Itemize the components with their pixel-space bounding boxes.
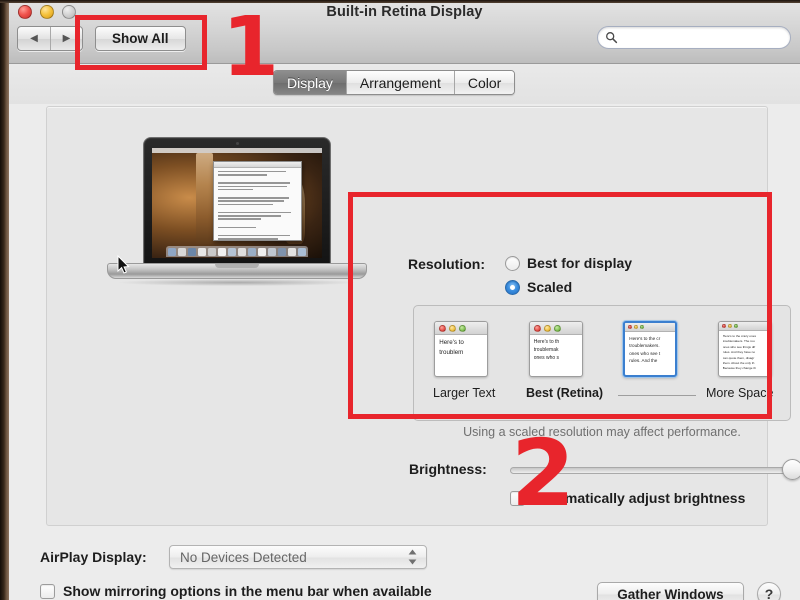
scaled-resolution-chooser: Here's to troublem Here's to th troublem…: [413, 305, 791, 421]
mini-document-body: [214, 168, 300, 240]
tab-arrangement[interactable]: Arrangement: [345, 71, 454, 94]
airplay-display-value: No Devices Detected: [180, 549, 307, 565]
thumbnail-window: Here's to th troublemak ones who s: [528, 321, 583, 377]
tab-display[interactable]: Display: [274, 71, 346, 94]
search-input[interactable]: [622, 30, 772, 45]
show-mirroring-checkbox[interactable]: [40, 583, 55, 599]
dot-zoom-icon: [733, 324, 738, 328]
tab-bar: Display Arrangement Color: [9, 64, 800, 104]
thumbnail-text: Here's to troublem: [435, 335, 487, 358]
dot-close-icon: [628, 325, 633, 329]
show-mirroring-label: Show mirroring options in the menu bar w…: [63, 583, 432, 599]
gather-windows-button[interactable]: Gather Windows: [597, 582, 744, 600]
macbook-base: [107, 263, 367, 279]
dot-close-icon: [721, 324, 726, 328]
thumbnail-titlebar: [625, 323, 676, 332]
wallpaper-bark: [196, 153, 214, 244]
resolution-option-more-space[interactable]: Here's to the crazy ones troublemakers. …: [714, 318, 776, 380]
display-settings-panel: Resolution: Best for display Scaled Here…: [46, 106, 800, 526]
thumbnail-line: troublem: [439, 349, 464, 357]
thumbnail-titlebar: [718, 322, 771, 331]
help-button[interactable]: ?: [757, 582, 781, 600]
annotation-number-1: 1: [222, 0, 280, 95]
show-all-button[interactable]: Show All: [95, 26, 186, 51]
thumbnail-titlebar: [435, 322, 488, 335]
window-title: Built-in Retina Display: [326, 4, 483, 20]
dot-minimize-icon: [634, 325, 639, 329]
label-best-retina: Best (Retina): [526, 386, 604, 400]
radio-best-for-display-label: Best for display: [527, 255, 633, 271]
navigation-segmented-control[interactable]: ◀ ▶: [17, 26, 83, 51]
thumbnail-text: Here's to the cr troublemakers. ones who…: [625, 332, 675, 365]
radio-scaled[interactable]: Scaled: [505, 279, 572, 295]
photo-edge-left: [0, 0, 9, 600]
thumbnail-line: rules. And the: [629, 358, 658, 364]
resolution-label: Resolution:: [408, 256, 485, 272]
tab-color[interactable]: Color: [453, 71, 515, 94]
thumbnail-line: ones who see t: [629, 350, 661, 356]
back-button[interactable]: ◀: [18, 27, 50, 50]
dot-minimize-icon: [727, 324, 732, 328]
scaled-performance-note: Using a scaled resolution may affect per…: [463, 425, 741, 439]
chevron-updown-icon: [408, 549, 417, 565]
thumbnail-line: Here's to the cr: [629, 336, 661, 341]
resolution-thumbnail-list: Here's to troublem Here's to th troublem…: [414, 318, 792, 384]
thumbnail-text: Here's to the crazy ones troublemakers. …: [719, 331, 771, 372]
resolution-labels-row: Larger Text Best (Retina) More Space: [414, 386, 792, 404]
thumbnail-line: ones who s: [533, 355, 560, 362]
thumbnail-window: Here's to troublem: [434, 321, 489, 377]
system-preferences-window: Built-in Retina Display ◀ ▶ Show All Dis…: [9, 0, 800, 600]
thumbnail-window: Here's to the cr troublemakers. ones who…: [623, 321, 678, 377]
mini-dock: [165, 246, 309, 257]
resolution-option-larger-text[interactable]: Here's to troublem: [430, 318, 492, 380]
thumbnail-text: Here's to th troublemak ones who s: [530, 335, 582, 362]
label-more-space: More Space: [706, 386, 774, 400]
dot-zoom-icon: [640, 325, 645, 329]
search-field[interactable]: [597, 26, 791, 49]
mouse-cursor-icon: [117, 255, 130, 274]
camera-icon: [235, 142, 239, 145]
resolution-option-selected[interactable]: Here's to the cr troublemakers. ones who…: [619, 318, 681, 380]
show-mirroring-row[interactable]: Show mirroring options in the menu bar w…: [40, 583, 432, 599]
resolution-option-best-retina[interactable]: Here's to th troublemak ones who s: [525, 318, 587, 380]
mini-document-window: [213, 161, 302, 242]
screenshot-root: Built-in Retina Display ◀ ▶ Show All Dis…: [0, 0, 800, 600]
dot-minimize-icon: [543, 324, 551, 332]
label-larger-text: Larger Text: [433, 386, 496, 400]
brightness-label: Brightness:: [409, 461, 487, 477]
dot-minimize-icon: [449, 324, 457, 332]
photo-edge-top: [0, 0, 800, 3]
thumbnail-titlebar: [529, 322, 582, 335]
radio-scaled-label: Scaled: [527, 279, 573, 295]
macbook-notch: [215, 264, 259, 268]
dot-zoom-icon: [553, 324, 561, 332]
macbook-screen: [152, 148, 322, 258]
label-connector-line: [618, 395, 696, 396]
mini-menubar: [152, 148, 322, 153]
radio-best-for-display[interactable]: Best for display: [505, 255, 632, 271]
dot-zoom-icon: [459, 324, 467, 332]
thumbnail-window: Here's to the crazy ones troublemakers. …: [717, 321, 772, 377]
brightness-slider-knob[interactable]: [782, 459, 800, 480]
airplay-display-label: AirPlay Display:: [40, 549, 147, 565]
radio-best-for-display-icon[interactable]: [505, 255, 520, 271]
macbook-illustration: [107, 137, 367, 327]
tab-group: Display Arrangement Color: [273, 70, 516, 95]
radio-scaled-icon[interactable]: [505, 279, 520, 295]
window-titlebar: Built-in Retina Display ◀ ▶ Show All: [9, 0, 800, 64]
airplay-display-popup[interactable]: No Devices Detected: [169, 545, 427, 569]
forward-button[interactable]: ▶: [50, 27, 82, 50]
macbook-shadow: [119, 279, 355, 286]
annotation-number-2: 2: [511, 420, 576, 527]
thumbnail-line: troublemak: [533, 347, 559, 354]
thumbnail-line: troublemakers.: [629, 343, 660, 349]
dot-close-icon: [533, 324, 541, 332]
thumbnail-line: Here's to th: [533, 339, 560, 345]
dot-close-icon: [439, 324, 447, 332]
search-icon: [606, 32, 618, 44]
thumbnail-line: Here's to: [439, 339, 464, 346]
thumbnail-line: Because they change th: [722, 366, 756, 371]
macbook-lid: [143, 137, 331, 265]
